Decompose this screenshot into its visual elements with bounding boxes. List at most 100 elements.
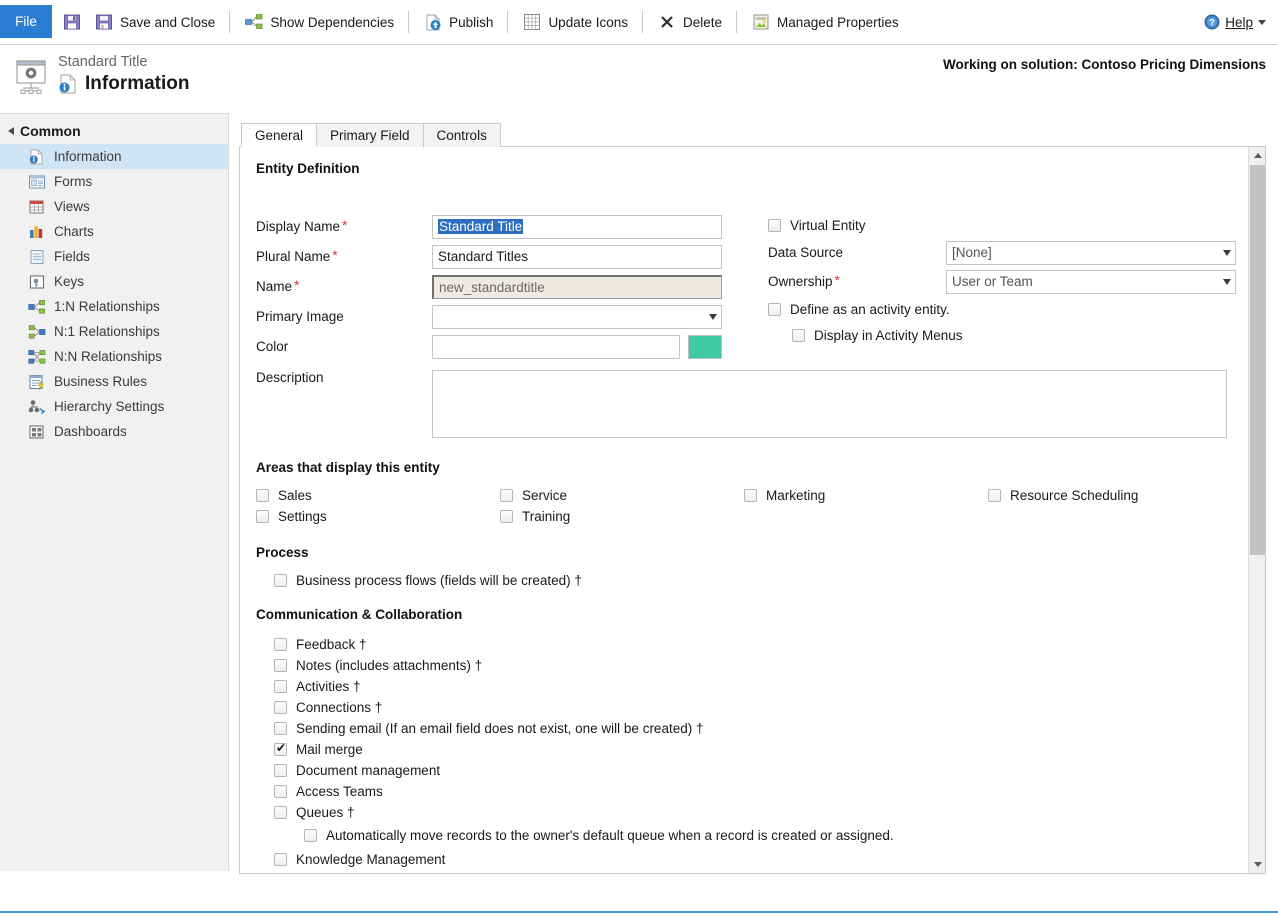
business-rules-icon (28, 374, 46, 390)
sidebar-group-common[interactable]: Common (0, 120, 228, 144)
business-process-flows-checkbox[interactable] (274, 574, 287, 587)
auto-move-records-checkbox[interactable] (304, 829, 317, 842)
ownership-dropdown[interactable]: User or Team (946, 269, 1236, 294)
help-button[interactable]: ? Help (1204, 14, 1278, 30)
managed-properties-label: Managed Properties (777, 14, 899, 30)
sidebar-item-information[interactable]: Information (0, 144, 228, 169)
plural-name-control: Standard Titles (432, 244, 736, 269)
sidebar-item-forms[interactable]: Forms (0, 169, 228, 194)
document-management-checkbox[interactable] (274, 764, 287, 777)
mail-merge-label: Mail merge (296, 742, 363, 757)
sidebar-item-label: Information (54, 148, 122, 164)
connections-checkbox[interactable] (274, 701, 287, 714)
define-activity-entity-row: Define as an activity entity. (768, 296, 1241, 322)
primary-image-label: Primary Image (256, 309, 344, 324)
area-service-label: Service (522, 488, 568, 503)
field-row-plural-name: Plural Name * Standard Titles (256, 242, 736, 271)
save-icon (62, 12, 82, 32)
field-row-primary-image: Primary Image (256, 302, 736, 331)
access-teams-label: Access Teams (296, 784, 383, 799)
notes-checkbox[interactable] (274, 659, 287, 672)
area-resource-scheduling-checkbox[interactable] (988, 489, 1001, 502)
sidebar-item-1n-relationships[interactable]: 1:N Relationships (0, 294, 228, 319)
save-button[interactable] (52, 5, 84, 39)
activities-checkbox[interactable] (274, 680, 287, 693)
description-textarea[interactable] (432, 370, 1227, 438)
plural-name-input[interactable]: Standard Titles (432, 244, 722, 269)
display-name-input[interactable]: Standard Title (432, 214, 722, 239)
views-icon (28, 199, 46, 215)
sidebar-item-label: 1:N Relationships (54, 298, 160, 314)
queues-checkbox[interactable] (274, 806, 287, 819)
area-marketing-row: Marketing (744, 485, 988, 506)
primary-image-dropdown[interactable] (432, 304, 722, 329)
display-name-value: Standard Title (438, 219, 524, 234)
scroll-down-button[interactable] (1249, 856, 1265, 873)
delete-button[interactable]: Delete (647, 5, 732, 39)
feedback-checkbox[interactable] (274, 638, 287, 651)
area-sales-label: Sales (278, 488, 312, 503)
data-source-dropdown[interactable]: [None] (946, 240, 1236, 265)
sidebar-item-label: Dashboards (54, 423, 127, 439)
publish-button[interactable]: Publish (413, 5, 503, 39)
mail-merge-checkbox[interactable] (274, 741, 287, 756)
definition-left-column: Display Name * Standard Title Plural Nam… (256, 212, 736, 362)
sidebar-item-charts[interactable]: Charts (0, 219, 228, 244)
managed-properties-button[interactable]: Managed Properties (741, 5, 909, 39)
data-source-label: Data Source (768, 245, 844, 260)
sidebar-item-hierarchy-settings[interactable]: Hierarchy Settings (0, 394, 228, 419)
virtual-entity-checkbox[interactable] (768, 218, 781, 232)
save-and-close-button[interactable]: x Save and Close (84, 5, 225, 39)
area-sales-row: Sales (256, 485, 500, 506)
sidebar-item-fields[interactable]: Fields (0, 244, 228, 269)
tab-strip: General Primary Field Controls (241, 123, 1266, 147)
area-settings-checkbox[interactable] (256, 510, 269, 523)
description-label: Description (256, 370, 324, 385)
tab-controls[interactable]: Controls (422, 123, 501, 147)
show-dependencies-button[interactable]: Show Dependencies (234, 5, 404, 39)
area-training-row: Training (500, 506, 744, 527)
sidebar-item-dashboards[interactable]: Dashboards (0, 419, 228, 444)
sending-email-label: Sending email (If an email field does no… (296, 721, 704, 736)
entity-display-name: Standard Title (58, 54, 148, 70)
area-resource-scheduling-row: Resource Scheduling (988, 485, 1232, 506)
tab-primary-field[interactable]: Primary Field (316, 123, 424, 147)
sidebar-group-label: Common (20, 123, 81, 139)
chevron-down-icon (1258, 19, 1266, 25)
ribbon-toolbar: File x Save and Close Show Dependencies … (0, 0, 1278, 45)
sidebar-item-views[interactable]: Views (0, 194, 228, 219)
tab-general[interactable]: General (241, 123, 318, 147)
access-teams-checkbox[interactable] (274, 785, 287, 798)
area-sales-checkbox[interactable] (256, 489, 269, 502)
sidebar-item-keys[interactable]: Keys (0, 269, 228, 294)
sidebar-item-nn-relationships[interactable]: N:N Relationships (0, 344, 228, 369)
define-activity-entity-label: Define as an activity entity. (790, 301, 950, 317)
update-icons-button[interactable]: Update Icons (512, 5, 638, 39)
sending-email-checkbox[interactable] (274, 722, 287, 735)
area-service-checkbox[interactable] (500, 489, 513, 502)
scrollbar-thumb[interactable] (1250, 165, 1265, 555)
color-swatch[interactable] (688, 334, 722, 359)
area-settings-label: Settings (278, 509, 327, 524)
area-training-checkbox[interactable] (500, 510, 513, 523)
connections-label: Connections † (296, 700, 383, 715)
sidebar-item-n1-relationships[interactable]: N:1 Relationships (0, 319, 228, 344)
data-source-value: [None] (952, 245, 992, 260)
color-input[interactable] (432, 334, 680, 359)
display-in-activity-menus-label: Display in Activity Menus (814, 327, 963, 343)
scroll-up-button[interactable] (1249, 147, 1265, 164)
define-activity-entity-checkbox[interactable] (768, 302, 781, 316)
chevron-down-icon (1223, 249, 1231, 256)
area-marketing-checkbox[interactable] (744, 489, 757, 502)
notes-label: Notes (includes attachments) † (296, 658, 483, 673)
forms-icon (28, 174, 46, 190)
sidebar-item-business-rules[interactable]: Business Rules (0, 369, 228, 394)
many-to-one-icon (28, 324, 46, 340)
file-menu-button[interactable]: File (0, 5, 52, 38)
panel-scroll-area: Entity Definition Display Name * Standar… (240, 147, 1265, 873)
display-in-activity-menus-checkbox[interactable] (792, 328, 805, 342)
knowledge-management-checkbox[interactable] (274, 853, 287, 866)
areas-heading: Areas that display this entity (256, 460, 440, 475)
vertical-scrollbar[interactable] (1248, 147, 1265, 873)
notes-row: Notes (includes attachments) † (274, 655, 1241, 676)
